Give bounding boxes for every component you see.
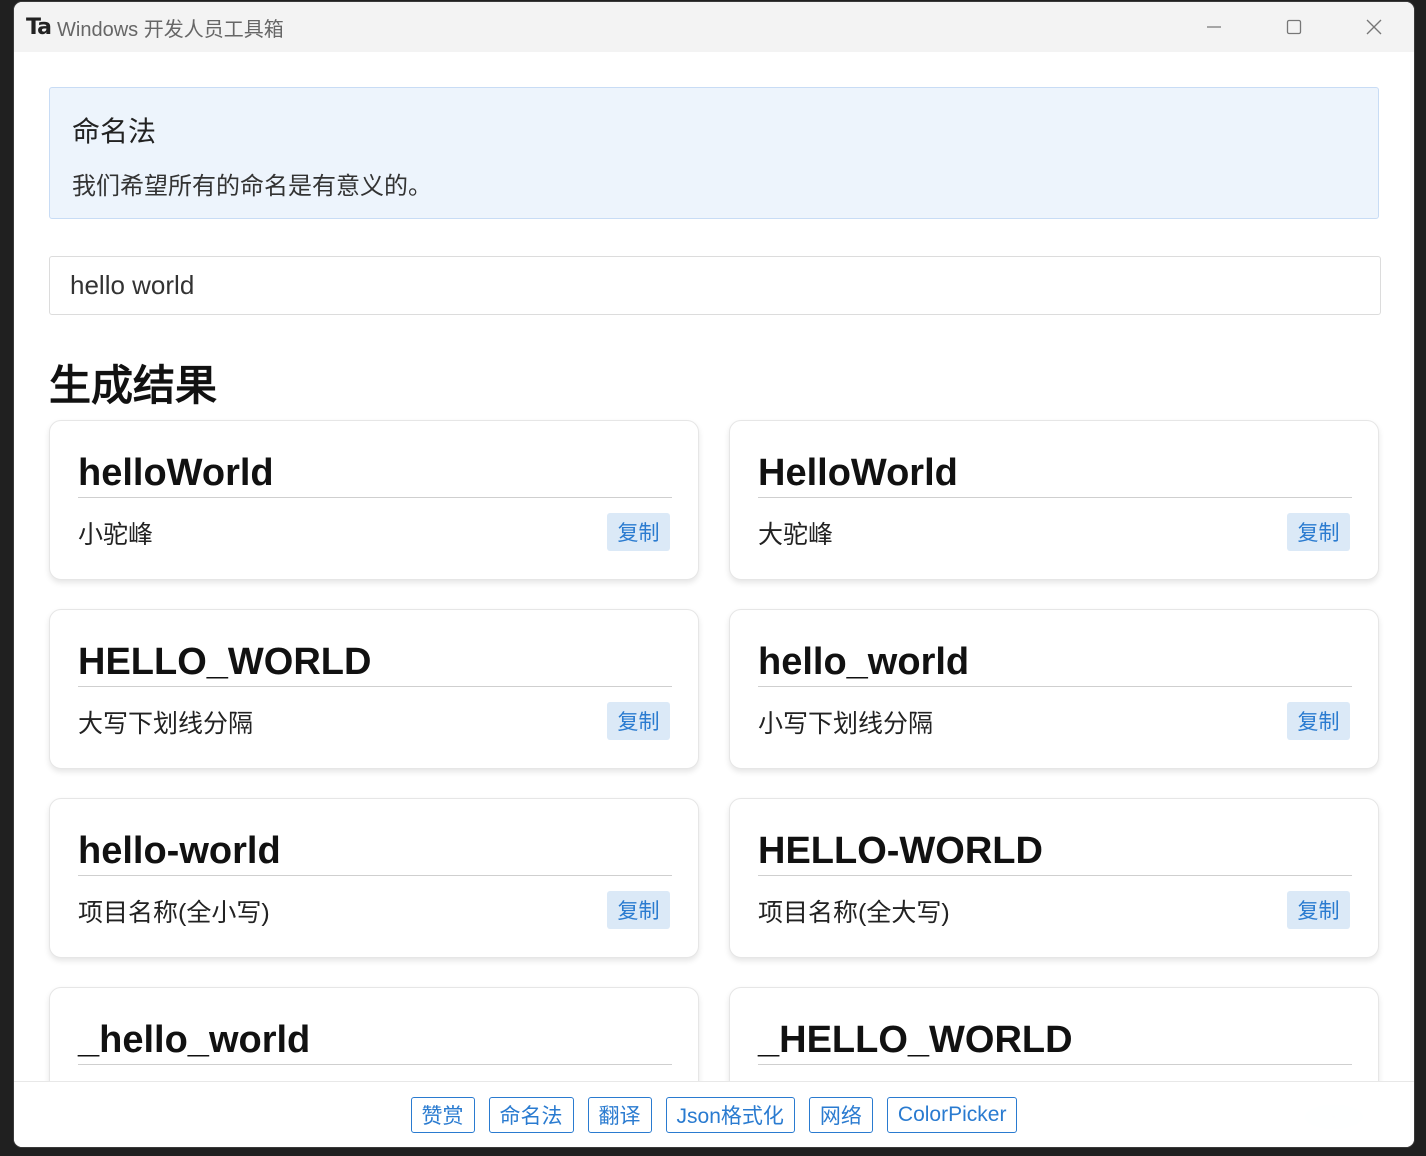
copy-button[interactable]: 复制 xyxy=(607,891,670,929)
result-desc: 项目名称(全小写) xyxy=(78,899,270,927)
close-button[interactable] xyxy=(1334,2,1414,52)
result-card-lower-camel: helloWorld 小驼峰 复制 xyxy=(49,420,699,580)
copy-button[interactable]: 复制 xyxy=(607,513,670,551)
result-name: hello_world xyxy=(758,638,1352,687)
copy-button[interactable]: 复制 xyxy=(607,702,670,740)
info-panel: 命名法 我们希望所有的命名是有意义的。 xyxy=(49,87,1379,219)
result-name: _HELLO_WORLD xyxy=(758,1016,1352,1065)
name-input[interactable] xyxy=(49,256,1381,315)
bottom-nav: 赞赏 命名法 翻译 Json格式化 网络 ColorPicker xyxy=(14,1081,1414,1147)
nav-network-button[interactable]: 网络 xyxy=(808,1097,873,1133)
result-desc: 项目名称(全大写) xyxy=(758,899,950,927)
nav-colorpicker-button[interactable]: ColorPicker xyxy=(886,1097,1018,1133)
result-card-upper-kebab: HELLO-WORLD 项目名称(全大写) 复制 xyxy=(729,798,1379,958)
copy-button[interactable]: 复制 xyxy=(1287,702,1350,740)
main-content[interactable]: 命名法 我们希望所有的命名是有意义的。 生成结果 helloWorld 小驼峰 … xyxy=(14,52,1414,1081)
result-desc: 大驼峰 xyxy=(758,521,834,549)
nav-translate-button[interactable]: 翻译 xyxy=(587,1097,652,1133)
nav-naming-button[interactable]: 命名法 xyxy=(488,1097,574,1133)
result-name: hello-world xyxy=(78,827,672,876)
copy-button[interactable]: 复制 xyxy=(1287,891,1350,929)
title-bar[interactable]: Ta Windows 开发人员工具箱 xyxy=(14,2,1414,52)
maximize-button[interactable] xyxy=(1254,2,1334,52)
info-description: 我们希望所有的命名是有意义的。 xyxy=(72,173,432,200)
result-name: HELLO-WORLD xyxy=(758,827,1352,876)
app-window: Ta Windows 开发人员工具箱 命名法 我们希望所有的命名是有意义的。 生… xyxy=(14,2,1414,1147)
info-title: 命名法 xyxy=(72,116,157,147)
result-card-prefixed-lower-snake: _hello_world xyxy=(49,987,699,1081)
result-desc: 小写下划线分隔 xyxy=(758,710,934,738)
app-logo: Ta xyxy=(26,14,52,40)
result-card-upper-snake: HELLO_WORLD 大写下划线分隔 复制 xyxy=(49,609,699,769)
minimize-button[interactable] xyxy=(1174,2,1254,52)
result-name: _hello_world xyxy=(78,1016,672,1065)
result-name: HelloWorld xyxy=(758,449,1352,498)
result-desc: 小驼峰 xyxy=(78,521,154,549)
copy-button[interactable]: 复制 xyxy=(1287,513,1350,551)
nav-donate-button[interactable]: 赞赏 xyxy=(410,1097,475,1133)
close-icon xyxy=(1366,19,1382,35)
window-controls xyxy=(1174,2,1414,52)
result-name: HELLO_WORLD xyxy=(78,638,672,687)
minimize-icon xyxy=(1207,26,1221,28)
result-card-lower-kebab: hello-world 项目名称(全小写) 复制 xyxy=(49,798,699,958)
result-card-prefixed-upper-snake: _HELLO_WORLD xyxy=(729,987,1379,1081)
result-card-upper-camel: HelloWorld 大驼峰 复制 xyxy=(729,420,1379,580)
result-name: helloWorld xyxy=(78,449,672,498)
window-title: Windows 开发人员工具箱 xyxy=(57,18,284,41)
results-title: 生成结果 xyxy=(49,362,218,409)
maximize-icon xyxy=(1286,19,1302,35)
result-card-lower-snake: hello_world 小写下划线分隔 复制 xyxy=(729,609,1379,769)
result-desc: 大写下划线分隔 xyxy=(78,710,254,738)
nav-json-format-button[interactable]: Json格式化 xyxy=(665,1097,795,1133)
